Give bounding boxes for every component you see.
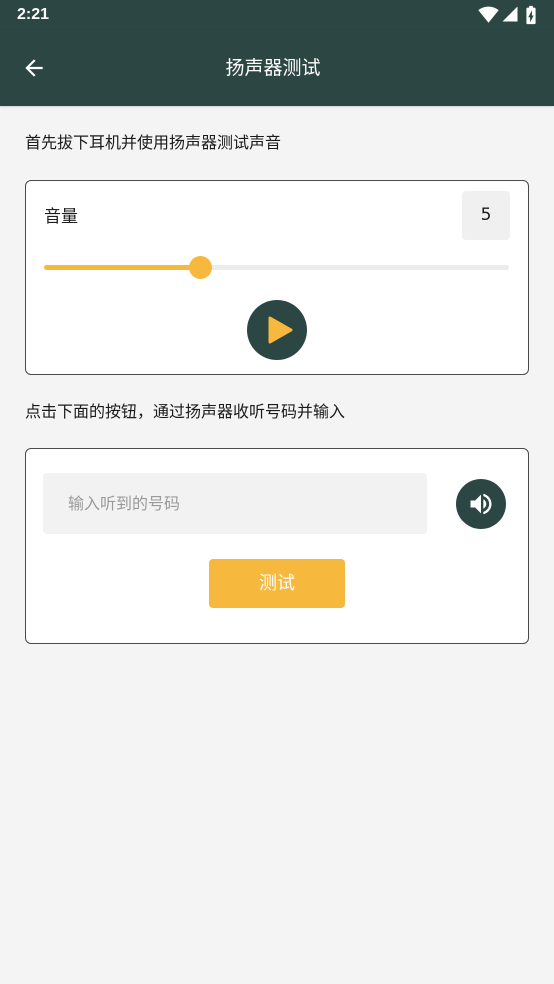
instruction-listen-and-input: 点击下面的按钮，通过扬声器收听号码并输入 <box>25 402 346 421</box>
speaker-volume-icon <box>470 493 492 515</box>
number-test-card: 测试 <box>25 448 529 644</box>
volume-label: 音量 <box>44 207 78 227</box>
status-time: 2:21 <box>17 6 50 23</box>
slider-thumb[interactable] <box>188 256 212 279</box>
play-button[interactable] <box>247 300 307 360</box>
play-number-button[interactable] <box>456 479 506 529</box>
volume-slider[interactable] <box>44 255 509 279</box>
battery-charging-icon <box>526 5 536 25</box>
heard-number-input[interactable] <box>43 473 427 534</box>
volume-card: 音量 5 <box>25 180 529 375</box>
status-bar: 2:21 <box>0 0 554 30</box>
volume-value: 5 <box>462 191 510 240</box>
test-button[interactable]: 测试 <box>209 559 345 608</box>
page-title: 扬声器测试 <box>225 57 321 79</box>
wifi-icon <box>478 6 499 23</box>
app-bar: 扬声器测试 <box>0 30 554 106</box>
slider-fill <box>44 265 200 270</box>
cellular-signal-icon <box>502 6 518 22</box>
play-icon <box>268 316 293 344</box>
instruction-unplug-headphones: 首先拔下耳机并使用扬声器测试声音 <box>25 133 282 152</box>
